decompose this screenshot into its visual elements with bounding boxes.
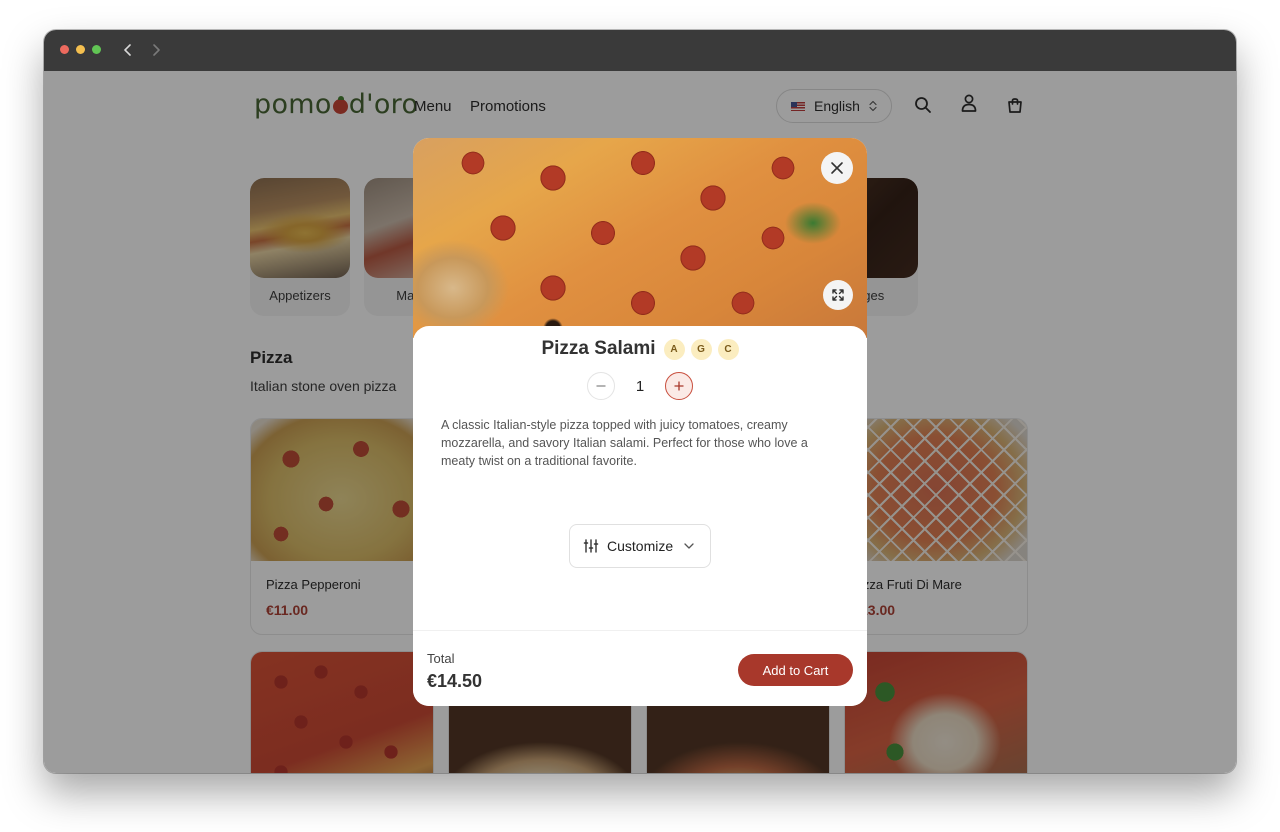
decrease-quantity-button[interactable]: [587, 372, 615, 400]
allergen-badge[interactable]: G: [690, 338, 712, 360]
chevron-down-icon: [684, 543, 694, 549]
minimize-window-button[interactable]: [76, 45, 85, 54]
expand-icon[interactable]: [823, 280, 853, 310]
maximize-window-button[interactable]: [92, 45, 101, 54]
sliders-icon: [583, 539, 599, 553]
quantity-value: 1: [635, 377, 645, 395]
product-title: Pizza Salami: [541, 338, 656, 359]
minus-icon: [596, 385, 606, 387]
total-label: Total: [427, 651, 455, 666]
allergen-badge[interactable]: C: [717, 338, 739, 360]
product-modal: Pizza Salami A G C 1 A classic Italian-s…: [413, 138, 867, 706]
browser-titlebar: [44, 30, 1236, 71]
product-hero-image: [413, 138, 867, 338]
quantity-stepper: 1: [413, 372, 867, 400]
browser-window: pomo d'oro Menu Promotions English Appeti…: [44, 30, 1236, 773]
modal-body: Pizza Salami A G C 1 A classic Italian-s…: [413, 326, 867, 706]
add-to-cart-button[interactable]: Add to Cart: [738, 654, 853, 686]
product-description: A classic Italian-style pizza topped wit…: [441, 418, 808, 468]
plus-icon: [674, 381, 684, 391]
chevron-right-icon[interactable]: [148, 42, 164, 58]
increase-quantity-button[interactable]: [665, 372, 693, 400]
allergen-badge[interactable]: A: [663, 338, 685, 360]
chevron-left-icon[interactable]: [120, 42, 136, 58]
customize-button[interactable]: Customize: [569, 524, 711, 568]
close-window-button[interactable]: [60, 45, 69, 54]
total-value: €14.50: [427, 671, 483, 691]
page-viewport: pomo d'oro Menu Promotions English Appeti…: [44, 71, 1236, 773]
close-icon[interactable]: [821, 152, 853, 184]
modal-title-row: Pizza Salami A G C: [413, 338, 867, 360]
customize-label: Customize: [607, 538, 674, 554]
modal-footer: Total €14.50 Add to Cart: [413, 630, 867, 706]
